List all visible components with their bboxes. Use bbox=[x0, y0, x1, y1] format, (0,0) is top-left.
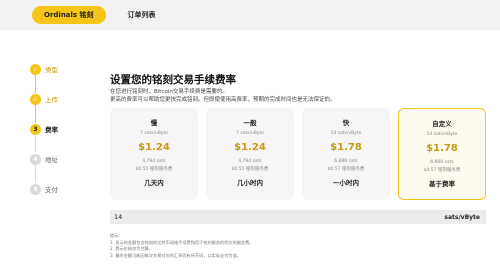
custom-rate-input[interactable] bbox=[114, 213, 314, 221]
fee-rate: 14 sats/vByte bbox=[330, 131, 362, 136]
fee-rate: 7 sats/vByte bbox=[236, 131, 264, 136]
tab-ordinals-inscribe[interactable]: Ordinals 铭刻 bbox=[32, 6, 106, 24]
fee-description: 在您进行铭刻时，Bitcoin交易手续费是需要的。 更高的费率可以帮助您更快完成… bbox=[110, 88, 336, 104]
service-fee: $0.55 铭刻服务费 bbox=[135, 167, 173, 172]
fee-usd: $1.78 bbox=[426, 143, 458, 154]
step-label: 支付 bbox=[45, 186, 58, 194]
steps-sidebar: ✓ 类型 ✓ 上传 3 费率 4 地址 5 支付 bbox=[0, 30, 88, 280]
fee-name: 自定义 bbox=[432, 120, 452, 128]
fee-card-custom[interactable]: 自定义 14 sats/vByte $1.78 6,888 sats $0.57… bbox=[398, 108, 486, 200]
fee-sats: 4,794 sats bbox=[142, 159, 166, 164]
tab-order-list[interactable]: 订单列表 bbox=[116, 6, 168, 24]
fee-name: 慢 bbox=[150, 119, 158, 127]
fee-sats: 4,794 sats bbox=[238, 159, 262, 164]
service-fee: $0.55 铭刻服务费 bbox=[231, 167, 269, 172]
step-connector bbox=[35, 134, 36, 153]
step-number: 4 bbox=[30, 153, 41, 165]
service-fee: $0.57 铭刻服务费 bbox=[327, 167, 365, 172]
fee-rate: 14 sats/vByte bbox=[426, 132, 458, 137]
fee-usd: $1.24 bbox=[234, 142, 266, 153]
step-list: ✓ 类型 ✓ 上传 3 费率 4 地址 5 支付 bbox=[30, 54, 58, 204]
description-line: 更高的费率可以帮助您更快完成铭刻。但即使使用高费率，预期的完成时间也是无法保证的… bbox=[110, 97, 336, 103]
fee-sats: 6,888 sats bbox=[334, 159, 358, 164]
step-number: 5 bbox=[30, 183, 41, 195]
fee-rate-panel: 设置您的铭刻交易手续费率 在您进行铭刻时，Bitcoin交易手续费是需要的。 更… bbox=[88, 30, 500, 280]
fee-usd: $1.24 bbox=[138, 142, 170, 153]
fee-name: 一般 bbox=[243, 119, 257, 127]
step-payment[interactable]: 5 支付 bbox=[30, 164, 58, 204]
check-icon: ✓ bbox=[30, 63, 41, 75]
fee-eta: 一小时内 bbox=[333, 179, 359, 187]
service-fee: $0.57 铭刻服务费 bbox=[423, 168, 461, 173]
fee-options: 慢 7 sats/vByte $1.24 4,794 sats $0.55 铭刻… bbox=[110, 108, 486, 200]
step-label: 费率 bbox=[45, 126, 58, 134]
fee-usd: $1.78 bbox=[330, 142, 362, 153]
step-connector bbox=[35, 74, 36, 93]
custom-rate-field: sats/vByte bbox=[110, 210, 486, 224]
fee-card-fast[interactable]: 快 14 sats/vByte $1.78 6,888 sats $0.57 铭… bbox=[302, 108, 390, 200]
fee-eta: 基于费率 bbox=[429, 180, 455, 188]
rate-unit: sats/vByte bbox=[444, 213, 480, 221]
tip-item: 3. 最终金额可能因每次交易对应的汇率而有所不同，以实际支付为准。 bbox=[110, 252, 241, 258]
fee-eta: 几小时内 bbox=[237, 179, 263, 187]
step-label: 地址 bbox=[45, 156, 58, 164]
description-line: 在您进行铭刻时，Bitcoin交易手续费是需要的。 bbox=[110, 89, 228, 95]
fee-rate: 7 sats/vByte bbox=[140, 131, 168, 136]
fee-eta: 几天内 bbox=[144, 179, 164, 187]
top-tab-bar: Ordinals 铭刻 订单列表 bbox=[0, 0, 500, 30]
fee-card-normal[interactable]: 一般 7 sats/vByte $1.24 4,794 sats $0.55 铭… bbox=[206, 108, 294, 200]
tips-section: 提示: 1. 显示的金额包含铭刻的比特币网络手续费和用于铭刻服务的明文的服务费。… bbox=[110, 233, 254, 259]
step-label: 上传 bbox=[45, 96, 58, 104]
step-number: 3 bbox=[30, 123, 41, 135]
page-title: 设置您的铭刻交易手续费率 bbox=[110, 74, 236, 86]
step-connector bbox=[35, 164, 36, 183]
fee-name: 快 bbox=[342, 119, 350, 127]
step-connector bbox=[35, 104, 36, 123]
check-icon: ✓ bbox=[30, 93, 41, 105]
step-label: 类型 bbox=[45, 66, 58, 74]
fee-sats: 6,888 sats bbox=[430, 160, 454, 165]
fee-card-slow[interactable]: 慢 7 sats/vByte $1.24 4,794 sats $0.55 铭刻… bbox=[110, 108, 198, 200]
